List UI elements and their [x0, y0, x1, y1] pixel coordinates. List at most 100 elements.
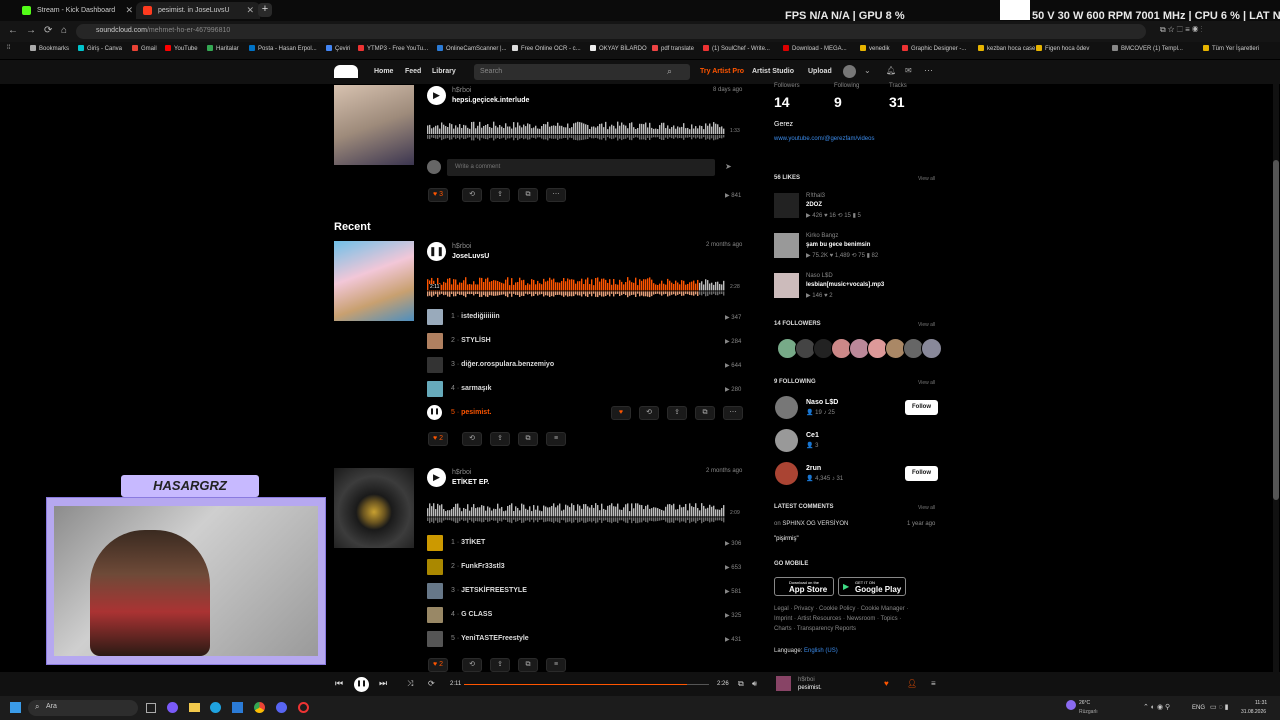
- bookmark-item[interactable]: Gmail: [132, 45, 157, 52]
- chrome-icon[interactable]: [254, 702, 265, 713]
- tab-kick[interactable]: Stream - Kick Dashboard ✕: [15, 2, 139, 19]
- tracks-label[interactable]: Tracks: [889, 83, 907, 89]
- view-all-link[interactable]: View all: [918, 505, 935, 511]
- following-count[interactable]: 9: [834, 94, 842, 110]
- artist-studio-link[interactable]: Artist Studio: [752, 68, 794, 75]
- following-avatar[interactable]: [775, 429, 798, 452]
- track-thumbnail[interactable]: [427, 333, 443, 349]
- play-button[interactable]: ▶: [427, 86, 446, 105]
- track-thumbnail[interactable]: [427, 381, 443, 397]
- liked-track-artwork[interactable]: [774, 193, 799, 218]
- clock-time[interactable]: 11:31: [1255, 700, 1267, 706]
- player-user[interactable]: h$rboi: [798, 677, 815, 683]
- tab-soundcloud[interactable]: pesimist. in JoseLuvsU ✕: [136, 2, 260, 19]
- track-thumbnail[interactable]: [427, 309, 443, 325]
- like-button[interactable]: ♥ 3: [428, 188, 448, 202]
- more-icon[interactable]: ⋯: [924, 65, 933, 76]
- app-store-badge[interactable]: Download on the App Store: [774, 577, 834, 596]
- liked-track-user[interactable]: Naso L$D: [806, 273, 833, 279]
- following-header[interactable]: 9 FOLLOWING: [774, 379, 816, 385]
- track-thumbnail[interactable]: [427, 535, 443, 551]
- like-button[interactable]: ♥ 2: [428, 432, 448, 446]
- play-button[interactable]: ▶: [427, 468, 446, 487]
- copy-link-icon[interactable]: ⧉: [518, 432, 538, 446]
- nav-feed[interactable]: Feed: [405, 68, 421, 75]
- liked-track-user[interactable]: R!thal3: [806, 193, 825, 199]
- share-icon[interactable]: ⇪: [490, 432, 510, 446]
- track-thumbnail[interactable]: [427, 357, 443, 373]
- pause-icon[interactable]: ❚❚: [427, 405, 442, 420]
- track-thumbnail[interactable]: [427, 583, 443, 599]
- shuffle-icon[interactable]: ⤨: [407, 679, 413, 689]
- bookmark-item[interactable]: Posta - Hasan Erpol...: [249, 45, 317, 52]
- search-icon[interactable]: ⌕: [667, 66, 672, 77]
- pause-button[interactable]: ❚❚: [354, 677, 369, 692]
- task-view-icon[interactable]: [146, 703, 156, 713]
- progress-track[interactable]: [464, 684, 709, 685]
- track-row-title[interactable]: 4 · sarmaşık: [451, 385, 491, 392]
- following-avatar[interactable]: [775, 396, 798, 419]
- chevron-down-icon[interactable]: ⌄: [864, 66, 871, 75]
- liked-track-user[interactable]: Kirko Bangz: [806, 233, 838, 239]
- track-row-title[interactable]: 1 · 3TİKET: [451, 539, 485, 546]
- back-icon[interactable]: ←: [8, 25, 18, 36]
- bookmark-item[interactable]: Download - MEGA...: [783, 45, 847, 52]
- like-icon[interactable]: ♥: [611, 406, 631, 420]
- followers-count[interactable]: 14: [774, 94, 790, 110]
- forward-icon[interactable]: →: [26, 25, 36, 36]
- bookmark-item[interactable]: kezban hoca case: [978, 45, 1035, 52]
- queue-icon[interactable]: ≡: [931, 679, 936, 688]
- copy-link-icon[interactable]: ⧉: [518, 188, 538, 202]
- like-icon[interactable]: ♥: [884, 679, 889, 688]
- liked-track-artwork[interactable]: [774, 273, 799, 298]
- bookmark-item[interactable]: pdf translate: [652, 45, 694, 52]
- comment-track-link[interactable]: SPHINX OG VERSİYON: [782, 521, 848, 527]
- clock-date[interactable]: 31.08.2026: [1241, 709, 1266, 715]
- add-to-playlist-icon[interactable]: ≡: [546, 658, 566, 672]
- more-icon[interactable]: ⋯: [546, 188, 566, 202]
- nav-library[interactable]: Library: [432, 68, 456, 75]
- obs-icon[interactable]: [298, 702, 309, 713]
- track-row-title[interactable]: 5 · pesimist.: [451, 409, 491, 416]
- close-icon[interactable]: ✕: [246, 5, 254, 16]
- follow-button[interactable]: Follow: [905, 400, 938, 415]
- repost-icon[interactable]: ⟲: [462, 658, 482, 672]
- home-icon[interactable]: ⌂: [61, 25, 67, 36]
- bookmark-item[interactable]: Çeviri: [326, 45, 350, 52]
- repost-icon[interactable]: ⟲: [462, 188, 482, 202]
- share-icon[interactable]: ⇪: [490, 658, 510, 672]
- bookmark-item[interactable]: Bookmarks: [30, 45, 69, 52]
- language-indicator[interactable]: ENG: [1192, 705, 1205, 711]
- view-all-link[interactable]: View all: [918, 322, 935, 328]
- system-icons[interactable]: ▭ ◌ ▮: [1210, 703, 1229, 711]
- waveform[interactable]: [427, 270, 742, 300]
- bookmark-item[interactable]: YouTube: [165, 45, 198, 52]
- google-play-badge[interactable]: ▶ GET IT ON Google Play: [838, 577, 906, 596]
- post-title[interactable]: hepsi.geçicek.interlude: [452, 97, 529, 104]
- bookmark-item[interactable]: Haritalar: [207, 45, 239, 52]
- share-icon[interactable]: ⇪: [490, 188, 510, 202]
- repeat-icon[interactable]: ⟳: [428, 679, 435, 688]
- bookmark-item[interactable]: (1) SoulChef - Write...: [703, 45, 770, 52]
- user-avatar[interactable]: [843, 65, 856, 78]
- share-icon[interactable]: ⇪: [667, 406, 687, 420]
- url-field[interactable]: soundcloud.com/mehmet-ho-er-467996810: [76, 24, 1146, 39]
- edge-icon[interactable]: [210, 702, 221, 713]
- repost-icon[interactable]: ⟲: [462, 432, 482, 446]
- follow-user-icon[interactable]: 👤︎: [907, 679, 917, 688]
- copy-link-icon[interactable]: ⧉: [518, 658, 538, 672]
- tray-icons[interactable]: ⌃ ◐ ◉ ⚲: [1143, 703, 1170, 711]
- file-explorer-icon[interactable]: [189, 703, 200, 712]
- track-row-title[interactable]: 3 · diğer.orospulara.benzemiyo: [451, 361, 554, 368]
- track-thumbnail[interactable]: [427, 559, 443, 575]
- try-artist-pro-link[interactable]: Try Artist Pro: [700, 68, 744, 75]
- mail-icon[interactable]: ✉: [905, 66, 912, 75]
- post-title[interactable]: ETİKET EP.: [452, 479, 489, 486]
- next-icon[interactable]: ⏭: [379, 678, 387, 689]
- reload-icon[interactable]: ⟳: [44, 25, 52, 36]
- bio-link[interactable]: www.youtube.com/@gerezfam/videos: [774, 136, 874, 142]
- follow-button[interactable]: Follow: [905, 466, 938, 481]
- more-icon[interactable]: ⋯: [723, 406, 743, 420]
- footer-links[interactable]: Charts · Transparency Reports: [774, 626, 856, 632]
- add-to-playlist-icon[interactable]: ≡: [546, 432, 566, 446]
